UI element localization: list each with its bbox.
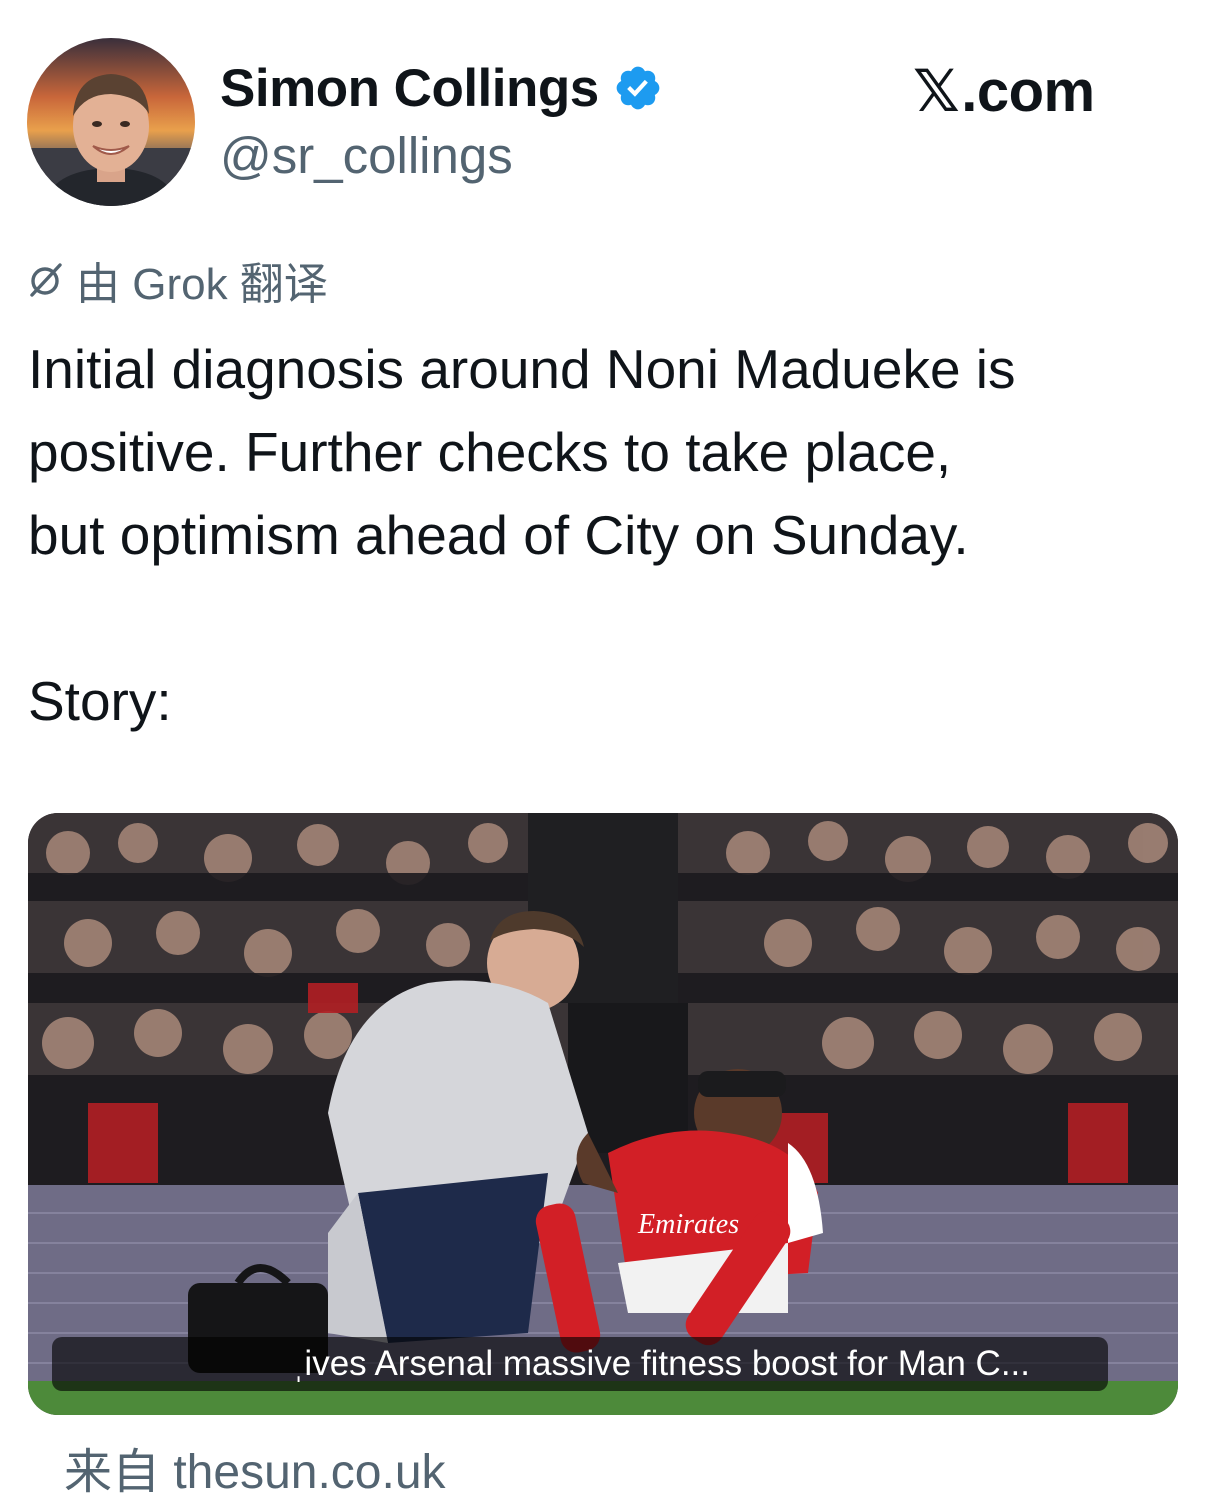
profile-photo-icon xyxy=(27,38,195,206)
tweet-line: Initial diagnosis around Noni Madueke is xyxy=(28,338,1016,400)
tweet-line: Story: xyxy=(28,670,172,732)
link-card-source[interactable]: 来自 thesun.co.uk xyxy=(64,1432,446,1502)
svg-text:Emirates: Emirates xyxy=(637,1209,739,1240)
author-display-name: Simon Collings xyxy=(220,58,599,118)
brand-suffix: .com xyxy=(961,58,1095,124)
x-com-brand: 𝕏 .com xyxy=(913,56,1095,126)
tweet-line: positive. Further checks to take place, xyxy=(28,421,952,483)
grok-icon xyxy=(26,260,66,300)
verified-badge-icon xyxy=(613,63,663,113)
link-card-title: ˌives Arsenal massive fitness boost for … xyxy=(52,1337,1108,1391)
author-name-row[interactable]: Simon Collings xyxy=(220,56,663,120)
tweet-text: Initial diagnosis around Noni Madueke is… xyxy=(28,328,1188,743)
translation-label: 由 Grok 翻译 xyxy=(76,260,328,309)
link-preview-card[interactable]: Emirates ˌives Arsenal massive fitness b… xyxy=(28,813,1178,1415)
avatar[interactable] xyxy=(27,38,195,206)
x-logo-icon: 𝕏 xyxy=(913,57,960,125)
tweet-line: but optimism ahead of City on Sunday. xyxy=(28,504,969,566)
link-preview-image: Emirates xyxy=(28,813,1178,1415)
author-handle[interactable]: @sr_collings xyxy=(220,126,513,185)
translated-by-grok[interactable]: 由 Grok 翻译 xyxy=(26,252,328,309)
